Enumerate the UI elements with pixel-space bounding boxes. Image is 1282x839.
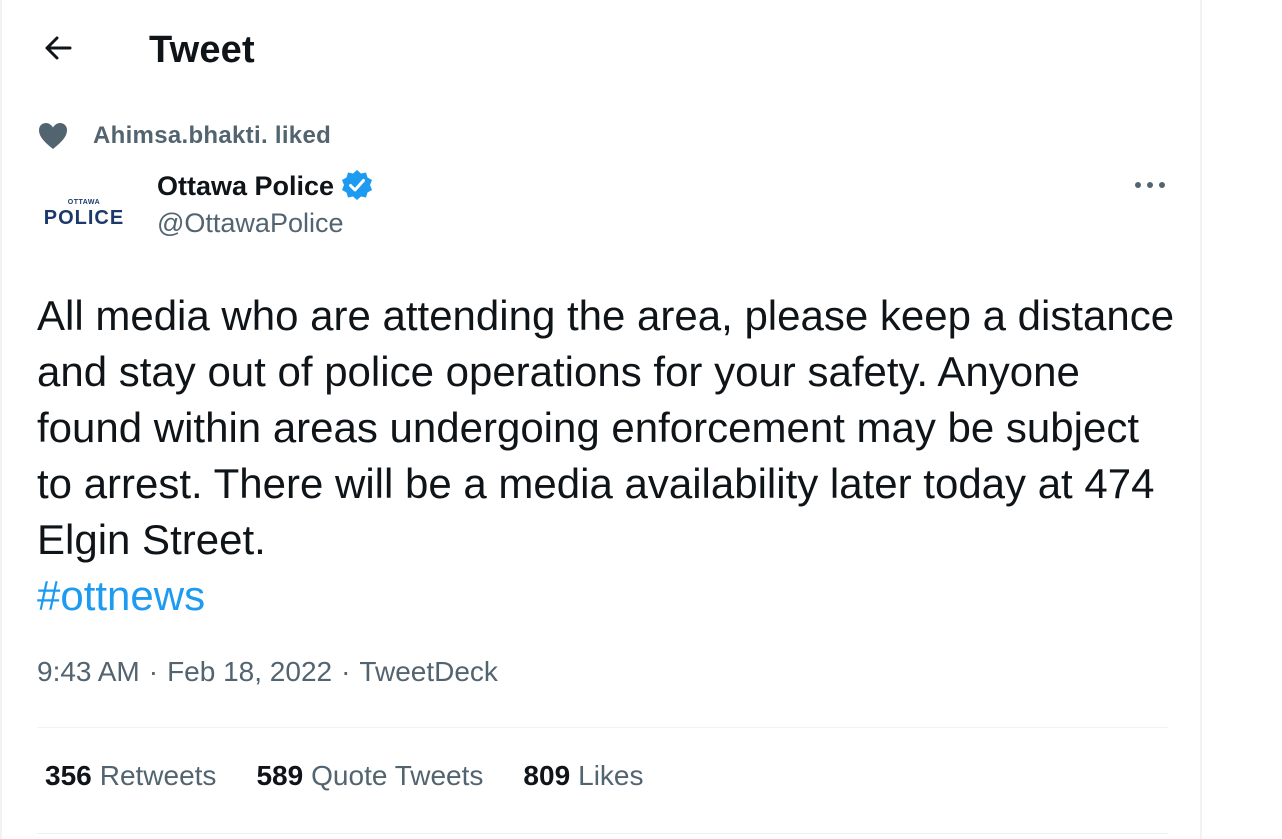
tweet-metadata: 9:43 AM · Feb 18, 2022 · TweetDeck xyxy=(37,656,498,688)
hashtag-link[interactable]: #ottnews xyxy=(37,572,205,619)
social-context[interactable]: Ahimsa.bhakti. liked xyxy=(36,118,331,154)
retweets-label: Retweets xyxy=(99,760,217,791)
verified-badge-icon[interactable] xyxy=(340,169,374,203)
author-handle[interactable]: @OttawaPolice xyxy=(157,208,343,239)
tweet-text: All media who are attending the area, pl… xyxy=(37,288,1177,624)
meta-separator: · xyxy=(148,656,159,687)
heart-icon xyxy=(36,119,70,153)
quote-tweets-count: 589 xyxy=(256,760,304,791)
back-button[interactable] xyxy=(36,30,80,70)
retweets-stat[interactable]: 356 Retweets xyxy=(45,760,216,792)
tweet-source[interactable]: TweetDeck xyxy=(359,656,498,688)
tweet-time[interactable]: 9:43 AM xyxy=(37,656,140,688)
tweet-body: All media who are attending the area, pl… xyxy=(37,292,1175,563)
engagement-stats: 356 Retweets 589 Quote Tweets 809 Likes xyxy=(45,760,684,792)
avatar-logo-text: POLICE xyxy=(43,206,125,229)
avatar-logo-small-text: OTTAWA xyxy=(67,198,101,206)
column-right-border xyxy=(1200,0,1202,839)
social-context-text: Ahimsa.bhakti. liked xyxy=(93,122,332,149)
likes-stat[interactable]: 809 Likes xyxy=(523,760,643,792)
more-options-button[interactable] xyxy=(1126,166,1174,204)
more-horizontal-icon xyxy=(1134,176,1166,194)
quote-tweets-label: Quote Tweets xyxy=(311,760,484,791)
quote-tweets-stat[interactable]: 589 Quote Tweets xyxy=(256,760,483,792)
divider xyxy=(37,833,1168,834)
divider xyxy=(37,727,1168,728)
likes-count: 809 xyxy=(523,760,571,791)
meta-separator: · xyxy=(341,656,351,687)
column-left-border xyxy=(0,0,2,839)
author-name-row[interactable]: Ottawa Police xyxy=(157,168,374,204)
page-title: Tweet xyxy=(149,29,255,71)
page-header: Tweet xyxy=(0,0,1200,100)
author-display-name[interactable]: Ottawa Police xyxy=(157,171,334,202)
avatar[interactable]: OTTAWA POLICE xyxy=(36,166,132,262)
likes-label: Likes xyxy=(578,760,644,791)
retweets-count: 356 xyxy=(45,760,92,791)
tweet-date[interactable]: Feb 18, 2022 xyxy=(167,656,332,688)
arrow-left-icon xyxy=(43,35,73,66)
